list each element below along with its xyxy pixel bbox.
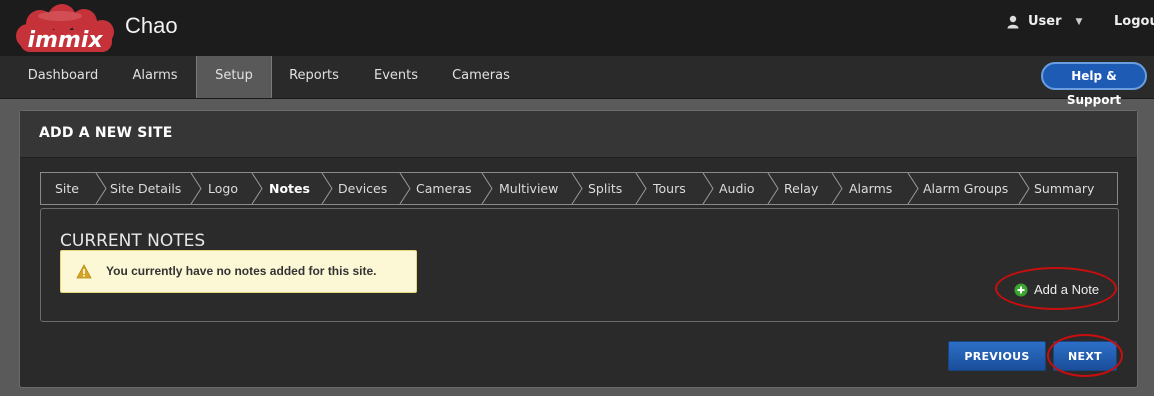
user-menu[interactable]: User ▼ [1006, 14, 1082, 29]
logout-link[interactable]: Logout [1114, 14, 1154, 29]
step-site[interactable]: Site [55, 173, 79, 204]
nav-alarms[interactable]: Alarms [122, 56, 188, 98]
step-separator-icon [635, 173, 647, 204]
panel-title: ADD A NEW SITE [39, 125, 173, 141]
step-cameras[interactable]: Cameras [416, 173, 472, 204]
step-separator-icon [190, 173, 202, 204]
caret-down-icon: ▼ [1075, 16, 1083, 27]
step-separator-icon [1018, 173, 1030, 204]
annotation-circle [1047, 334, 1123, 377]
step-tours[interactable]: Tours [653, 173, 686, 204]
immix-logo[interactable]: immix [10, 4, 120, 56]
step-audio[interactable]: Audio [719, 173, 755, 204]
step-relay[interactable]: Relay [784, 173, 818, 204]
step-summary[interactable]: Summary [1034, 173, 1094, 204]
nav-events[interactable]: Events [366, 56, 426, 98]
step-multiview[interactable]: Multiview [499, 173, 558, 204]
current-notes-section: CURRENT NOTES You currently have no note… [40, 208, 1119, 322]
step-separator-icon [907, 173, 919, 204]
logo-text: immix [27, 28, 103, 53]
add-site-panel: ADD A NEW SITE Site Site Details Logo No… [19, 110, 1138, 388]
step-separator-icon [571, 173, 583, 204]
step-alarms[interactable]: Alarms [849, 173, 892, 204]
help-support-button[interactable]: Help & Support [1041, 62, 1147, 107]
step-separator-icon [321, 173, 333, 204]
app-title: Chao [125, 13, 178, 38]
no-notes-alert: You currently have no notes added for th… [60, 250, 417, 293]
step-devices[interactable]: Devices [338, 173, 387, 204]
user-label: User [1028, 14, 1062, 29]
warning-icon [76, 264, 92, 279]
top-header: immix Chao User ▼ Logout [0, 0, 1154, 56]
step-separator-icon [702, 173, 714, 204]
step-alarm-groups[interactable]: Alarm Groups [923, 173, 1008, 204]
annotation-circle [995, 267, 1117, 310]
current-notes-heading: CURRENT NOTES [60, 231, 206, 251]
step-logo[interactable]: Logo [208, 173, 238, 204]
step-notes[interactable]: Notes [269, 173, 310, 204]
step-separator-icon [251, 173, 263, 204]
nav-setup[interactable]: Setup [196, 56, 272, 98]
main-nav: Dashboard Alarms Setup Reports Events Ca… [0, 56, 1154, 107]
user-icon [1006, 15, 1020, 29]
step-separator-icon [399, 173, 411, 204]
nav-cameras[interactable]: Cameras [446, 56, 516, 98]
nav-reports[interactable]: Reports [281, 56, 347, 98]
step-separator-icon [767, 173, 779, 204]
step-site-details[interactable]: Site Details [110, 173, 181, 204]
step-separator-icon [481, 173, 493, 204]
panel-header: ADD A NEW SITE [20, 111, 1137, 158]
step-splits[interactable]: Splits [588, 173, 622, 204]
nav-dashboard[interactable]: Dashboard [19, 56, 107, 98]
wizard-steps: Site Site Details Logo Notes Devices Cam… [40, 172, 1118, 205]
alert-message: You currently have no notes added for th… [106, 264, 377, 278]
previous-button[interactable]: PREVIOUS [948, 341, 1046, 371]
step-separator-icon [831, 173, 843, 204]
step-separator-icon [95, 173, 107, 204]
